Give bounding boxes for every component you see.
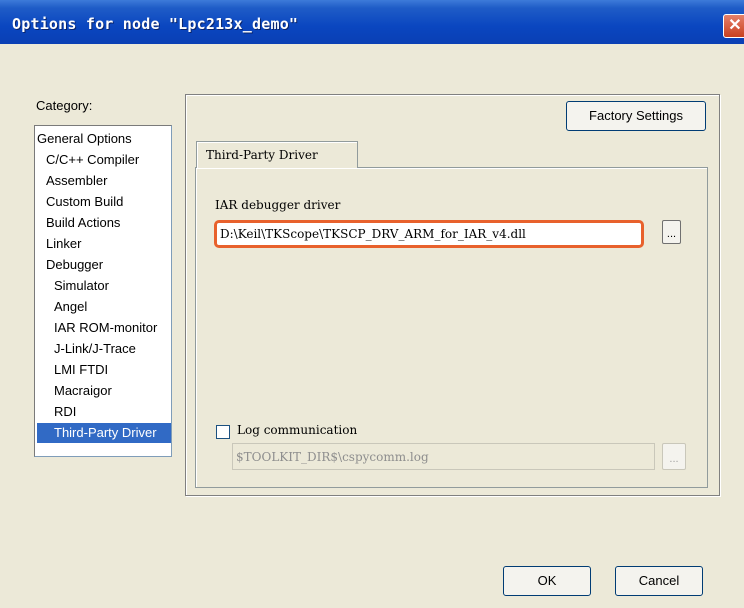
driver-path-input[interactable] (214, 220, 644, 248)
cancel-button[interactable]: Cancel (615, 566, 703, 596)
log-path-input (232, 443, 655, 470)
log-browse-button: ... (662, 443, 686, 470)
factory-settings-button[interactable]: Factory Settings (566, 101, 706, 131)
driver-label: IAR debugger driver (215, 198, 341, 212)
ok-button[interactable]: OK (503, 566, 591, 596)
category-item-c-compiler[interactable]: C/C++ Compiler (46, 150, 139, 170)
tab-third-party-driver[interactable]: Third-Party Driver (196, 141, 358, 168)
category-item-linker[interactable]: Linker (46, 234, 81, 254)
category-item-third-party-driver[interactable]: Third-Party Driver (37, 423, 171, 443)
category-item-general-options[interactable]: General Options (37, 129, 132, 149)
category-item-build-actions[interactable]: Build Actions (46, 213, 120, 233)
close-button[interactable]: ✕ (723, 14, 744, 38)
category-label: Category: (36, 98, 93, 113)
category-item-macraigor[interactable]: Macraigor (54, 381, 112, 401)
close-icon: ✕ (728, 17, 742, 34)
category-item-iar-rom-monitor[interactable]: IAR ROM-monitor (54, 318, 157, 338)
category-item-lmi-ftdi[interactable]: LMI FTDI (54, 360, 108, 380)
category-item-jlink-jtrace[interactable]: J-Link/J-Trace (54, 339, 136, 359)
category-item-rdi[interactable]: RDI (54, 402, 76, 422)
category-item-assembler[interactable]: Assembler (46, 171, 107, 191)
driver-browse-button[interactable]: ... (662, 220, 681, 244)
window-title: Options for node "Lpc213x_demo" (12, 15, 299, 33)
tab-page (195, 167, 708, 488)
log-communication-checkbox[interactable] (216, 425, 230, 439)
category-list[interactable]: General Options C/C++ Compiler Assembler… (34, 125, 172, 457)
log-communication-label: Log communication (237, 423, 358, 437)
title-bar: Options for node "Lpc213x_demo" ✕ (0, 0, 744, 44)
category-item-custom-build[interactable]: Custom Build (46, 192, 123, 212)
category-item-simulator[interactable]: Simulator (54, 276, 109, 296)
category-item-angel[interactable]: Angel (54, 297, 87, 317)
category-item-debugger[interactable]: Debugger (46, 255, 103, 275)
